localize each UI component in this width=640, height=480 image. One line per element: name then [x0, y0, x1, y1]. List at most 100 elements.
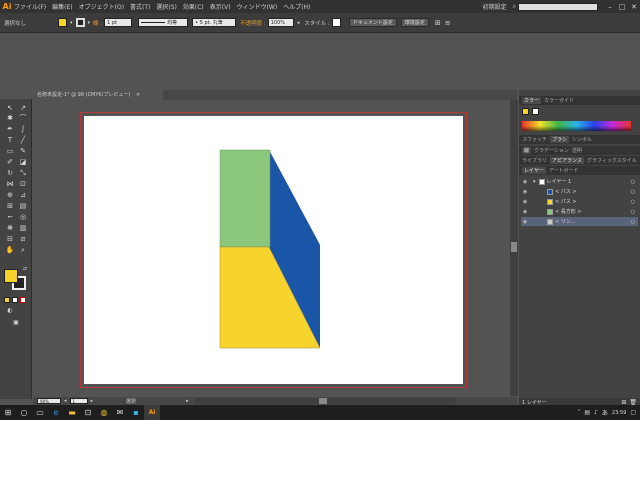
tab-transparency[interactable]: 透明 [572, 147, 582, 154]
edge-icon[interactable]: e [48, 405, 64, 420]
eraser-tool-icon[interactable]: ◪ [18, 158, 28, 166]
layer-row[interactable]: ◉ < 長方形 > ○ [521, 207, 638, 216]
store-icon[interactable]: ⊡ [80, 405, 96, 420]
menu-help[interactable]: ヘルプ(H) [283, 2, 310, 11]
symbol-sprayer-tool-icon[interactable]: ❋ [5, 224, 15, 232]
fill-swatch[interactable] [58, 18, 67, 27]
preferences-button[interactable]: 環境設定 [400, 18, 429, 27]
blend-tool-icon[interactable]: ◎ [18, 213, 28, 221]
close-icon[interactable]: ✕ [136, 92, 140, 98]
document-tab[interactable]: 名称未設定-1* @ 98 (CMYK/プレビュー) ✕ [33, 90, 163, 100]
zoom-tool-icon[interactable]: ⌕ [18, 246, 28, 254]
scale-tool-icon[interactable]: ⤡ [18, 169, 28, 177]
shape-builder-tool-icon[interactable]: ⊕ [5, 191, 15, 199]
menu-window[interactable]: ウィンドウ(W) [237, 2, 278, 11]
curvature-tool-icon[interactable]: ∫ [18, 125, 28, 133]
tab-layers[interactable]: レイヤー [522, 167, 546, 174]
status-text[interactable]: 選択 [126, 398, 186, 405]
stroke-style-dropdown[interactable]: 均等 [138, 18, 189, 27]
tab-artboards[interactable]: アートボード [549, 167, 579, 174]
layer-row[interactable]: ◉ < パス > ○ [521, 187, 638, 196]
task-view-icon[interactable]: ▭ [32, 405, 48, 420]
screen-mode-icon[interactable]: ▣ [11, 319, 21, 327]
rectangle-tool-icon[interactable]: ▭ [5, 147, 15, 155]
close-icon[interactable]: ✕ [628, 3, 640, 11]
stroke-width-field[interactable]: 1 pt [104, 18, 133, 27]
mail-icon[interactable]: ✉ [112, 405, 128, 420]
opacity-label[interactable]: 不透明度 : [240, 19, 266, 27]
menu-icon[interactable]: ≡ [445, 19, 451, 27]
brush-dropdown[interactable]: • 5 pt. 丸筆 [192, 18, 237, 27]
line-tool-icon[interactable]: ╱ [18, 136, 28, 144]
chevron-down-icon[interactable]: ▾ [70, 20, 73, 26]
illustrator-taskbar-icon[interactable]: Ai [144, 405, 160, 420]
fill-color-box[interactable] [4, 269, 18, 283]
chevron-right-icon[interactable]: ▸ [298, 20, 301, 26]
visibility-eye-icon[interactable]: ◉ [521, 209, 529, 215]
target-circle-icon[interactable]: ○ [631, 209, 635, 215]
stroke-preview-swatch[interactable] [532, 108, 539, 115]
target-circle-icon[interactable]: ○ [631, 189, 635, 195]
volume-icon[interactable]: ♪ [594, 409, 598, 416]
next-artboard-icon[interactable]: ▸ [91, 398, 94, 404]
layer-name[interactable]: < 長方形 > [555, 208, 582, 215]
clock[interactable]: 23:59 [612, 410, 626, 416]
layer-name[interactable]: < リン... [555, 218, 576, 225]
lasso-tool-icon[interactable]: ⌒ [18, 114, 28, 122]
eyedropper-tool-icon[interactable]: ⌐ [5, 213, 15, 221]
width-tool-icon[interactable]: ⋈ [5, 180, 15, 188]
menu-type[interactable]: 書式(T) [130, 2, 150, 11]
network-icon[interactable]: ▤ [584, 409, 590, 416]
layer-row-selected[interactable]: ◉ < リン... ○ [521, 217, 638, 226]
rotate-tool-icon[interactable]: ↻ [5, 169, 15, 177]
tab-appearance[interactable]: アピアランス [550, 157, 584, 164]
layer-row[interactable]: ◉ < パス > ○ [521, 197, 638, 206]
free-transform-tool-icon[interactable]: ⊡ [18, 180, 28, 188]
windows-start-icon[interactable]: ⊞ [0, 405, 16, 420]
layer-name[interactable]: レイヤー 1 [547, 178, 572, 185]
tab-symbols[interactable]: シンボル [572, 136, 592, 143]
tray-chevron-icon[interactable]: ˄ [577, 409, 580, 416]
tab-brushes[interactable]: ブラシ [550, 136, 569, 143]
tab-gradient[interactable]: グラデーション [534, 147, 569, 154]
artboard-number-field[interactable]: 1 [69, 398, 88, 404]
photoshop-icon[interactable]: ▪ [128, 405, 144, 420]
file-explorer-icon[interactable]: ▬ [64, 405, 80, 420]
artboard-tool-icon[interactable]: ⊟ [5, 235, 15, 243]
horizontal-scrollbar[interactable] [194, 398, 455, 404]
search-input[interactable] [518, 2, 598, 11]
target-circle-icon[interactable]: ○ [631, 199, 635, 205]
minimize-icon[interactable]: – [604, 3, 616, 11]
fill-preview-swatch[interactable] [522, 108, 529, 115]
tab-color-guide[interactable]: カラーガイド [544, 97, 574, 104]
arrange-icon[interactable]: ⊞ [435, 19, 441, 27]
chrome-icon[interactable]: ◍ [96, 405, 112, 420]
hand-tool-icon[interactable]: ✋ [5, 246, 15, 254]
gradient-tool-icon[interactable]: ▤ [18, 202, 28, 210]
layer-name[interactable]: < パス > [555, 198, 577, 205]
opacity-field[interactable]: 100% [267, 18, 294, 27]
menu-file[interactable]: ファイル(F) [14, 2, 46, 11]
selection-tool-icon[interactable]: ↖ [5, 104, 15, 112]
target-circle-icon[interactable]: ○ [631, 179, 635, 185]
layer-row[interactable]: ◉ ▾ レイヤー 1 ○ [521, 177, 638, 186]
gradient-mode-icon[interactable] [12, 297, 18, 303]
ime-icon[interactable]: あ [602, 408, 608, 417]
menu-view[interactable]: 表示(V) [210, 2, 231, 11]
document-settings-button[interactable]: ドキュメント設定 [348, 18, 397, 27]
vertical-scrollbar[interactable] [510, 100, 518, 396]
menu-select[interactable]: 選択(S) [156, 2, 177, 11]
swap-icon[interactable]: ⇄ [20, 265, 30, 273]
status-chevron-icon[interactable]: ▸ [186, 398, 189, 404]
green-rectangle[interactable] [219, 149, 271, 248]
perspective-tool-icon[interactable]: ⊿ [18, 191, 28, 199]
expand-chevron-icon[interactable]: ▾ [533, 179, 536, 185]
artboard[interactable] [84, 116, 463, 384]
visibility-eye-icon[interactable]: ◉ [521, 189, 529, 195]
graph-tool-icon[interactable]: ▥ [18, 224, 28, 232]
notification-icon[interactable]: ▢ [630, 409, 636, 416]
tab-libraries[interactable]: ライブラリ [522, 157, 547, 164]
visibility-eye-icon[interactable]: ◉ [521, 219, 529, 225]
tab-stroke[interactable]: 線 [522, 147, 532, 154]
menu-effect[interactable]: 効果(C) [183, 2, 204, 11]
